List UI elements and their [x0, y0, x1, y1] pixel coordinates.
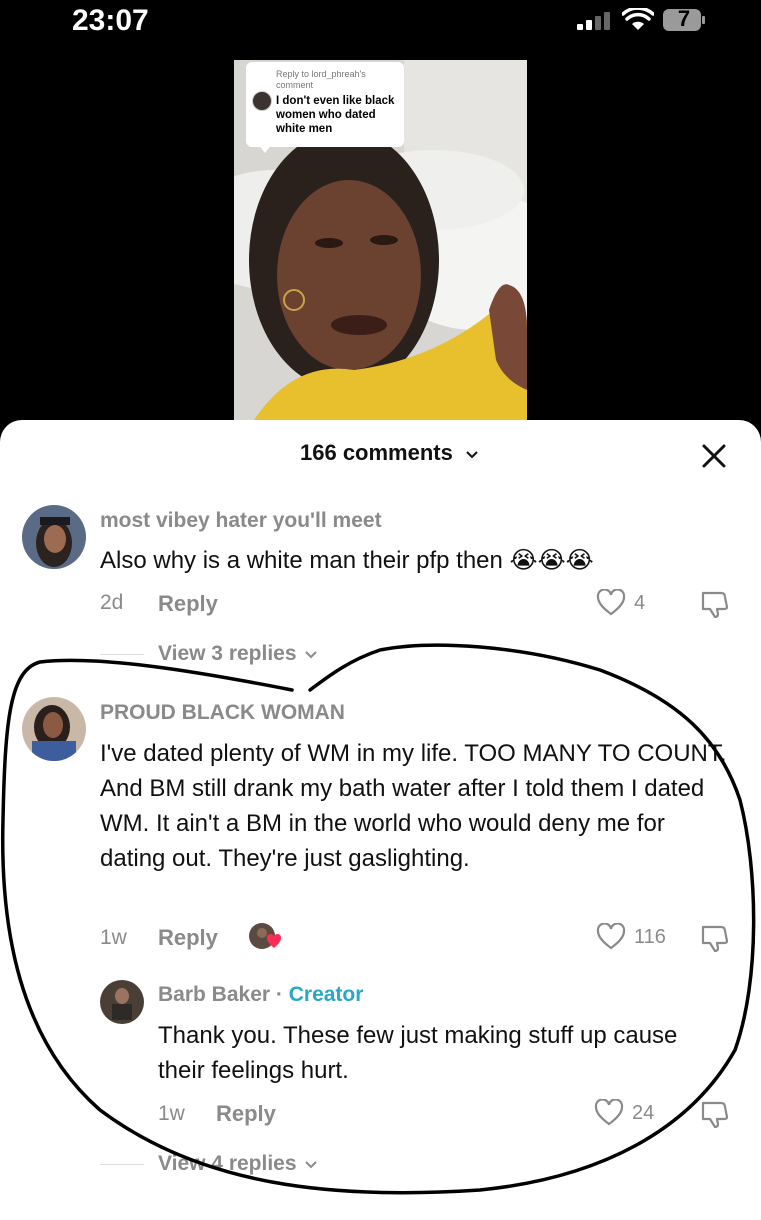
like-count: 4 — [634, 592, 646, 614]
comment-username[interactable]: most vibey hater you'll meet — [100, 509, 382, 533]
cellular-signal-icon — [577, 12, 610, 30]
heart-icon[interactable] — [596, 923, 626, 951]
view-replies-button[interactable]: View 3 replies — [158, 642, 318, 666]
reply-to-label: Reply to lord_phreah's comment — [276, 69, 366, 90]
view-replies-label: View 4 replies — [158, 1152, 297, 1175]
username-separator: · — [270, 983, 289, 1006]
reply-button[interactable]: Reply — [158, 925, 218, 951]
wifi-icon — [622, 8, 654, 30]
heart-icon[interactable] — [594, 1099, 624, 1127]
avatar[interactable] — [100, 980, 144, 1024]
reply-username-line[interactable]: Barb Baker · Creator — [158, 983, 363, 1007]
close-icon[interactable] — [698, 440, 730, 472]
comment-username[interactable]: PROUD BLACK WOMAN — [100, 701, 345, 725]
like-count: 24 — [632, 1102, 655, 1124]
comment-text: I've dated plenty of WM in my life. TOO … — [100, 740, 727, 872]
chevron-down-icon — [305, 651, 318, 659]
chevron-down-icon — [305, 1161, 318, 1169]
reply-text: Thank you. These few just making stuff u… — [158, 1022, 678, 1084]
view-replies-button[interactable]: View 4 replies — [158, 1152, 318, 1176]
divider — [100, 1164, 144, 1165]
view-replies-label: View 3 replies — [158, 642, 297, 665]
creator-liked-icon — [249, 923, 282, 949]
comment-text: Also why is a white man their pfp then 😭… — [100, 547, 594, 574]
avatar[interactable] — [22, 697, 86, 761]
dislike-icon[interactable] — [699, 1099, 733, 1129]
comment-age: 2d — [100, 591, 124, 614]
battery-level: 7 — [677, 6, 691, 31]
chevron-down-icon — [466, 451, 478, 459]
comments-count-label: 166 comments — [300, 440, 453, 465]
comment-age: 1w — [100, 926, 127, 949]
dislike-icon[interactable] — [699, 923, 733, 953]
creator-badge: Creator — [288, 983, 364, 1006]
heart-icon[interactable] — [596, 589, 626, 617]
comments-count-dropdown[interactable]: 166 comments — [300, 440, 479, 466]
reply-age: 1w — [158, 1102, 185, 1125]
dislike-icon[interactable] — [699, 589, 733, 619]
reply-button[interactable]: Reply — [158, 591, 218, 617]
status-time: 23:07 — [72, 4, 149, 37]
like-count: 116 — [634, 926, 666, 948]
reply-bubble-tail — [258, 144, 272, 153]
quoted-comment: I don't even like black women who dated … — [276, 95, 395, 135]
reply-username[interactable]: Barb Baker — [158, 983, 270, 1006]
reply-button[interactable]: Reply — [216, 1101, 276, 1127]
divider — [100, 654, 144, 655]
reply-avatar — [252, 91, 272, 111]
avatar[interactable] — [22, 505, 86, 569]
